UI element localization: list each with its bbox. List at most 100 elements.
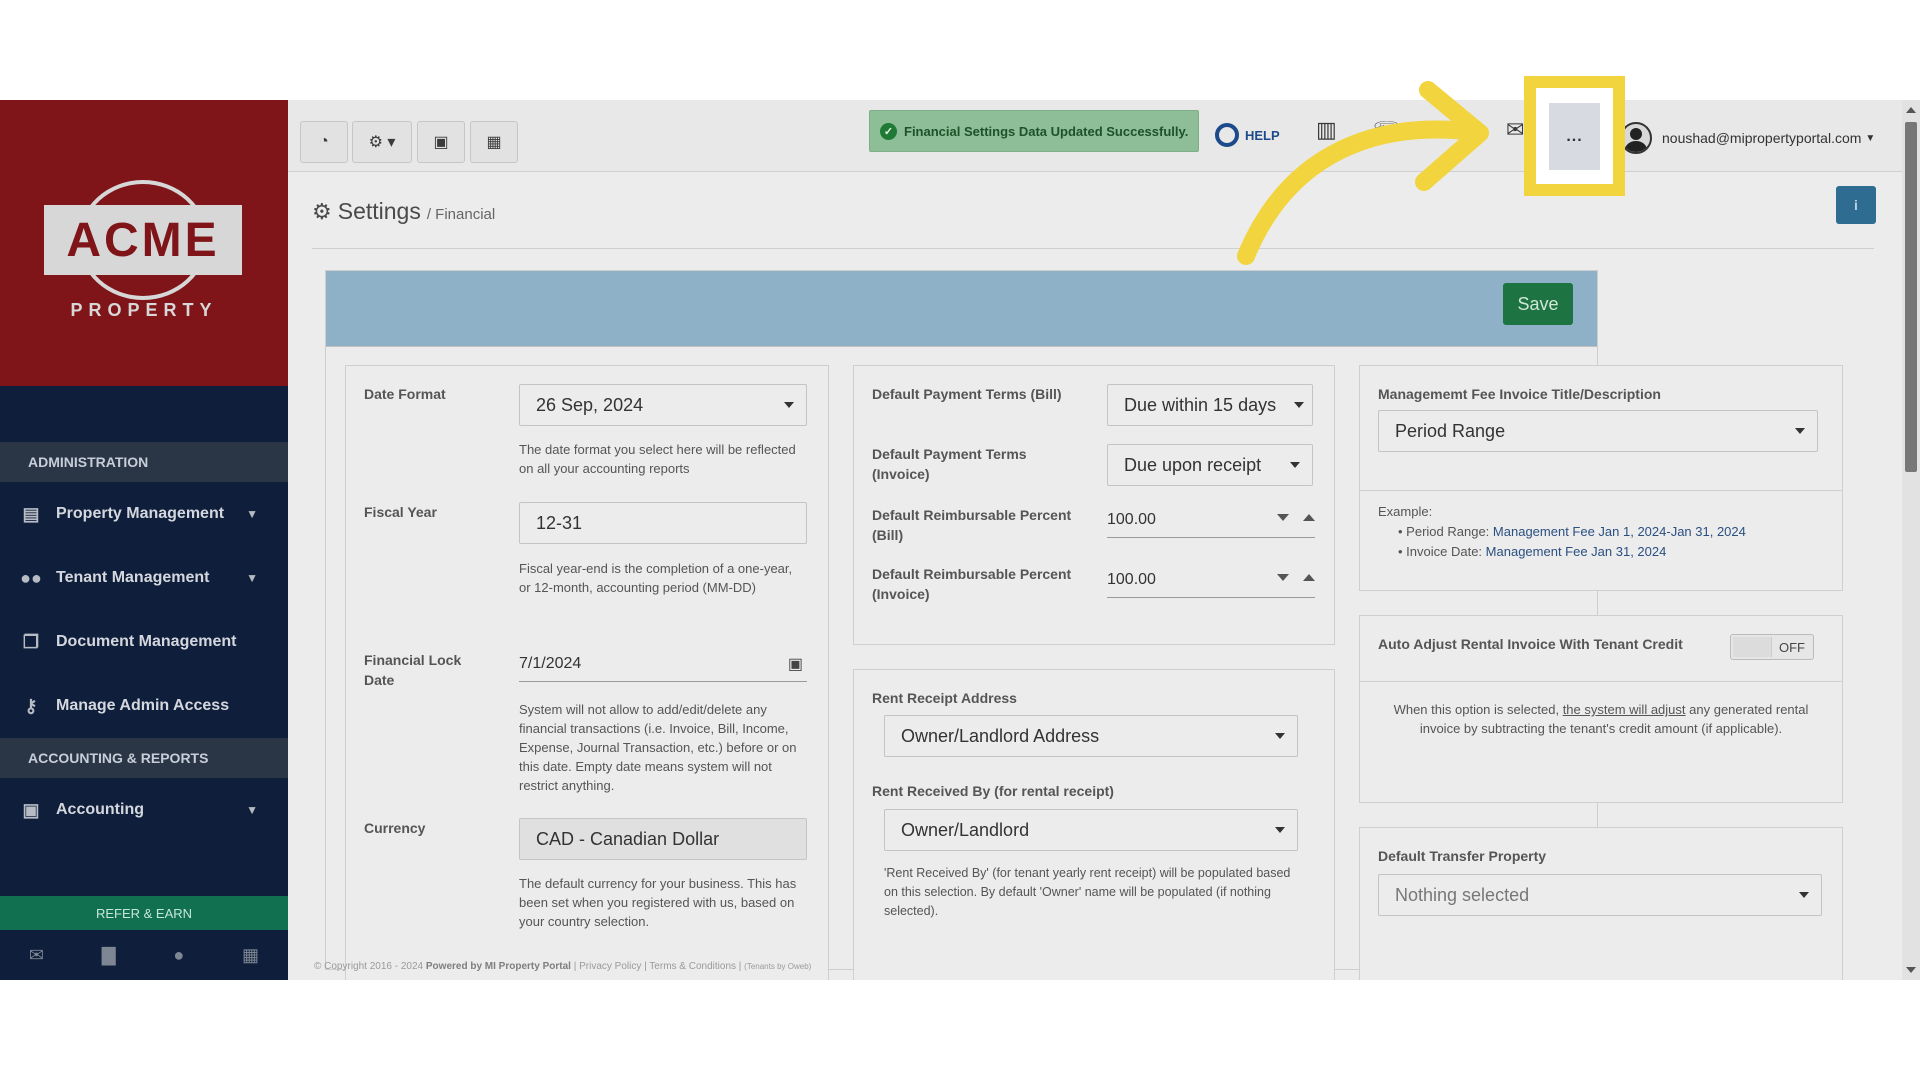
example-period-range: • Period Range: Management Fee Jan 1, 20…: [1398, 524, 1746, 539]
example-value: Management Fee Jan 31, 2024: [1485, 544, 1667, 559]
footer-powered[interactable]: Powered by MI Property Portal: [426, 961, 571, 972]
increment-icon[interactable]: [1303, 574, 1315, 581]
money-icon: ▣: [22, 799, 40, 820]
user-email: noushad@mipropertyportal.com: [1662, 130, 1862, 146]
fiscal-year-label: Fiscal Year: [364, 504, 437, 520]
decrement-icon[interactable]: [1277, 574, 1289, 581]
mail-icon[interactable]: ✉: [29, 945, 44, 966]
calendar-icon: ▣: [433, 134, 449, 151]
reimbursable-bill-value: 100.00: [1107, 510, 1156, 528]
sidebar-section-administration: ADMINISTRATION: [0, 442, 288, 482]
financial-lock-date-label: Financial Lock Date: [364, 652, 462, 688]
fiscal-year-help: Fiscal year-end is the completion of a o…: [519, 561, 793, 595]
increment-icon[interactable]: [1303, 514, 1315, 521]
vertical-scrollbar[interactable]: [1902, 100, 1920, 980]
key-icon: ⚷: [24, 695, 38, 716]
calendar-button[interactable]: ▣: [417, 121, 465, 163]
mail-icon[interactable]: ✉: [1506, 117, 1524, 143]
reimbursable-invoice-value: 100.00: [1107, 570, 1156, 588]
more-options-button[interactable]: ...: [1549, 103, 1600, 170]
success-alert: ✓ Financial Settings Data Updated Succes…: [869, 110, 1199, 152]
auto-adjust-help-link[interactable]: the system will adjust: [1563, 702, 1686, 717]
default-transfer-label: Default Transfer Property: [1378, 848, 1547, 864]
date-format-help: The date format you select here will be …: [519, 442, 796, 476]
financial-lock-date-input[interactable]: 7/1/2024 ▣: [519, 646, 807, 682]
more-options-icon: ...: [1566, 127, 1583, 145]
rent-received-by-label: Rent Received By (for rental receipt): [872, 783, 1114, 799]
payment-terms-bill-value: Due within 15 days: [1124, 394, 1277, 415]
reimbursable-invoice-input[interactable]: 100.00: [1107, 562, 1315, 598]
auto-adjust-label: Auto Adjust Rental Invoice With Tenant C…: [1378, 636, 1683, 652]
example-value: Management Fee Jan 1, 2024-Jan 31, 2024: [1492, 524, 1746, 539]
sidebar-item-tenant-management[interactable]: ●● Tenant Management ▼: [0, 546, 288, 610]
sidebar-item-label: Tenant Management: [56, 569, 210, 586]
phone-icon[interactable]: ☏: [1373, 117, 1401, 143]
sidebar-item-manage-admin-access[interactable]: ⚷ Manage Admin Access: [0, 674, 288, 738]
default-transfer-select[interactable]: Nothing selected: [1378, 874, 1822, 916]
sidebar-item-document-management[interactable]: ❐ Document Management: [0, 610, 288, 674]
settings-dropdown-button[interactable]: ⚙ ▾: [352, 121, 412, 163]
info-button[interactable]: i: [1836, 186, 1876, 224]
payment-terms-invoice-label: Default Payment Terms (Invoice): [872, 446, 1027, 482]
panel-header: Save: [326, 271, 1597, 347]
save-button[interactable]: Save: [1503, 283, 1573, 325]
management-fee-select[interactable]: Period Range: [1378, 410, 1818, 452]
rent-received-by-help: 'Rent Received By' (for tenant yearly re…: [884, 866, 1291, 918]
sidebar-item-label: Manage Admin Access: [56, 697, 230, 714]
financial-settings-panel: Save Date Format 26 Sep, 2024 The date f…: [325, 270, 1843, 980]
user-menu[interactable]: noushad@mipropertyportal.com ▼: [1620, 122, 1875, 154]
payment-terms-invoice-select[interactable]: Due upon receipt: [1107, 444, 1313, 486]
scroll-down-icon[interactable]: [1906, 967, 1916, 973]
auto-adjust-toggle[interactable]: OFF: [1730, 634, 1814, 660]
fiscal-year-value: 12-31: [536, 512, 583, 533]
rent-receipt-address-select[interactable]: Owner/Landlord Address: [884, 715, 1298, 757]
number-stepper[interactable]: [1277, 514, 1315, 521]
reimbursable-bill-input[interactable]: 100.00: [1107, 502, 1315, 538]
briefcase-icon[interactable]: ▇: [102, 945, 116, 966]
alert-text: Financial Settings Data Updated Successf…: [904, 123, 1189, 139]
rent-received-by-select[interactable]: Owner/Landlord: [884, 809, 1298, 851]
auto-adjust-help: When this option is selected, the system…: [1378, 700, 1824, 738]
footer-links[interactable]: | Privacy Policy | Terms & Conditions |: [574, 961, 742, 972]
reports-chart-icon[interactable]: ▥: [1316, 117, 1337, 143]
dashboard-icon: ◔: [319, 133, 329, 150]
chevron-down-icon: ▼: [1865, 132, 1876, 144]
calculator-button[interactable]: ▦: [470, 121, 518, 163]
users-icon: ●●: [20, 567, 42, 588]
financial-lock-date-value: 7/1/2024: [519, 654, 582, 672]
divider: [1360, 490, 1842, 491]
divider: [1360, 681, 1842, 682]
calendar-icon[interactable]: ▣: [788, 654, 803, 674]
scrollbar-thumb[interactable]: [1905, 122, 1917, 472]
example-key: Invoice Date:: [1406, 544, 1483, 559]
sidebar-section-accounting-reports: ACCOUNTING & REPORTS: [0, 738, 288, 778]
sidebar-item-accounting[interactable]: ▣ Accounting ▼: [0, 778, 288, 842]
chevron-down-icon: [1275, 733, 1285, 739]
refer-earn-button[interactable]: REFER & EARN: [0, 896, 288, 930]
date-format-value: 26 Sep, 2024: [536, 394, 644, 415]
payment-terms-bill-select[interactable]: Due within 15 days: [1107, 384, 1313, 426]
management-fee-label: Managememt Fee Invoice Title/Description: [1378, 386, 1661, 402]
dashboard-button[interactable]: ◔: [300, 121, 348, 163]
currency-value: CAD - Canadian Dollar: [536, 828, 720, 849]
sidebar-item-label: Property Management: [56, 505, 225, 522]
calculator-icon: ▦: [486, 134, 502, 151]
brand-logo[interactable]: ACME PROPERTY: [0, 100, 288, 386]
default-transfer-value: Nothing selected: [1395, 884, 1530, 905]
sidebar: ACME PROPERTY ADMINISTRATION ▤ Property …: [0, 100, 288, 980]
currency-label: Currency: [364, 820, 426, 836]
payment-terms-card: Default Payment Terms (Bill) Due within …: [853, 365, 1335, 645]
decrement-icon[interactable]: [1277, 514, 1289, 521]
user-icon[interactable]: ●: [173, 945, 184, 966]
help-link[interactable]: HELP: [1215, 121, 1280, 149]
divider: [312, 248, 1874, 249]
date-format-select[interactable]: 26 Sep, 2024: [519, 384, 807, 426]
calculator-icon[interactable]: ▦: [242, 945, 259, 966]
scroll-up-icon[interactable]: [1906, 107, 1916, 113]
sidebar-item-property-management[interactable]: ▤ Property Management ▼: [0, 482, 288, 546]
top-bar: ◔ ⚙ ▾ ▣ ▦ ✓ Financial Settings Data Upda…: [288, 100, 1902, 172]
fiscal-year-input[interactable]: 12-31: [519, 502, 807, 544]
number-stepper[interactable]: [1277, 574, 1315, 581]
chevron-down-icon: [1795, 428, 1805, 434]
chevron-down-icon: ▼: [246, 803, 258, 817]
